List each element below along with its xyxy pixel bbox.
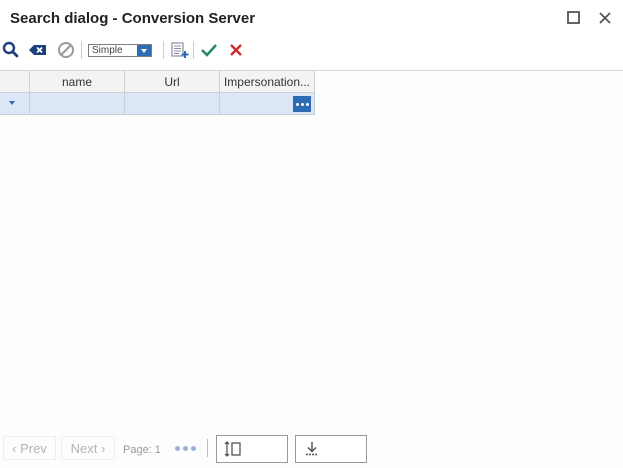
backspace-clear-icon[interactable] (28, 40, 48, 60)
checkmark-icon[interactable] (199, 40, 219, 60)
row-height-button[interactable] (216, 435, 288, 463)
pager-separator (207, 439, 208, 457)
chevron-left-icon: ‹ (12, 441, 21, 456)
pager: ‹ Prev Next › Page: 1 (0, 432, 623, 466)
prev-label: Prev (20, 441, 47, 456)
toolbar: Simple (0, 38, 623, 64)
search-mode-select[interactable]: Simple (88, 44, 152, 57)
cell-impersonation[interactable] (220, 93, 315, 115)
search-icon[interactable] (1, 40, 21, 60)
toolbar-separator (163, 41, 164, 59)
export-button[interactable] (295, 435, 367, 463)
ellipsis-icon[interactable] (293, 96, 311, 112)
list-add-icon[interactable] (170, 40, 190, 60)
cross-icon[interactable] (226, 40, 246, 60)
cell-url[interactable] (125, 93, 220, 115)
table-row[interactable] (0, 93, 315, 115)
toolbar-separator (81, 41, 82, 59)
column-header-name[interactable]: name (30, 71, 125, 93)
chevron-right-icon: › (97, 441, 106, 456)
more-pages-icon[interactable] (172, 436, 200, 460)
close-icon[interactable] (596, 9, 614, 27)
search-mode-value: Simple (92, 45, 123, 56)
next-button[interactable]: Next › (61, 436, 115, 460)
row-indicator-icon[interactable] (0, 93, 30, 115)
column-header-url[interactable]: Url (125, 71, 220, 93)
maximize-icon[interactable] (565, 9, 583, 27)
page-indicator: Page: 1 (123, 444, 161, 456)
column-header-impersonation[interactable]: Impersonation... (220, 71, 315, 93)
chevron-down-icon (137, 45, 151, 56)
cell-name[interactable] (30, 93, 125, 115)
prev-button[interactable]: ‹ Prev (3, 436, 56, 460)
toolbar-separator (193, 41, 194, 59)
disabled-circle-icon[interactable] (56, 40, 76, 60)
dialog-title: Search dialog - Conversion Server (10, 10, 256, 27)
download-icon (306, 442, 318, 456)
header-indicator-cell (0, 71, 30, 93)
title-bar: Search dialog - Conversion Server (0, 0, 623, 36)
row-height-icon (224, 441, 241, 457)
grid-header-row: name Url Impersonation... (0, 71, 315, 93)
next-label: Next (70, 441, 98, 456)
